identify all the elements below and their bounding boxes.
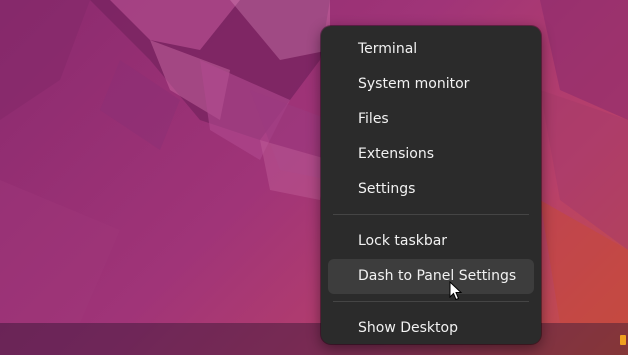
tray-indicator-icon[interactable] — [620, 335, 626, 345]
desktop: Terminal System monitor Files Extensions… — [0, 0, 628, 355]
menu-item-terminal[interactable]: Terminal — [321, 32, 541, 67]
menu-item-settings[interactable]: Settings — [321, 172, 541, 207]
menu-separator — [333, 214, 529, 215]
context-menu: Terminal System monitor Files Extensions… — [321, 26, 541, 344]
menu-item-lock-taskbar[interactable]: Lock taskbar — [321, 224, 541, 259]
menu-item-extensions[interactable]: Extensions — [321, 137, 541, 172]
menu-item-show-desktop[interactable]: Show Desktop — [321, 311, 541, 346]
menu-separator — [333, 301, 529, 302]
menu-item-dash-to-panel-settings[interactable]: Dash to Panel Settings — [328, 259, 534, 294]
mouse-pointer-icon — [449, 281, 463, 301]
menu-item-system-monitor[interactable]: System monitor — [321, 67, 541, 102]
menu-item-files[interactable]: Files — [321, 102, 541, 137]
